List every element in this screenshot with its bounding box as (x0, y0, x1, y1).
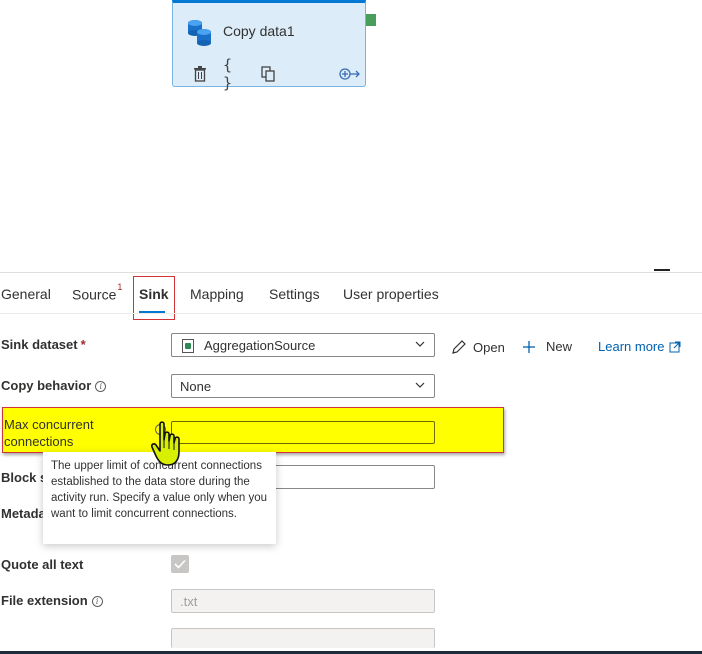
properties-tabs: General Source1 Sink Mapping Settings Us… (0, 276, 702, 320)
max-concurrent-connections-input[interactable] (171, 421, 435, 444)
max-concurrent-connections-label: Max concurrent connections (4, 417, 94, 449)
pencil-icon (452, 340, 466, 354)
copy-data-icon (188, 20, 211, 46)
chevron-down-icon (415, 341, 425, 347)
copy-behavior-value: None (180, 379, 212, 394)
tab-mapping[interactable]: Mapping (190, 286, 244, 302)
quote-all-text-label: Quote all text (1, 557, 84, 572)
chevron-down-icon (415, 382, 425, 388)
file-extension-input[interactable]: .txt (171, 589, 435, 613)
file-extension-value: .txt (180, 594, 198, 609)
delete-icon[interactable] (189, 63, 211, 85)
learn-more-link[interactable]: Learn more (598, 339, 681, 354)
tab-sink[interactable]: Sink (139, 286, 169, 302)
sink-dataset-select[interactable]: AggregationSource (171, 333, 435, 357)
open-dataset-link[interactable]: Open (451, 339, 505, 355)
new-dataset-link[interactable]: New (522, 339, 572, 354)
plus-icon (523, 340, 535, 353)
panel-divider (0, 272, 702, 273)
code-braces-icon[interactable]: { } (223, 56, 245, 92)
checkmark-icon (174, 559, 186, 569)
external-link-icon (669, 341, 681, 352)
tab-general[interactable]: General (1, 286, 51, 302)
add-output-arrow-icon[interactable] (337, 63, 363, 85)
tab-source[interactable]: Source1 (72, 282, 122, 303)
sink-dataset-label: Sink dataset * (1, 337, 86, 352)
activity-name: Copy data1 (223, 23, 295, 39)
sink-dataset-value: AggregationSource (204, 338, 316, 353)
copy-behavior-label: Copy behavior i (1, 378, 107, 393)
info-icon[interactable]: i (95, 381, 107, 392)
tab-settings[interactable]: Settings (269, 286, 320, 302)
dataset-icon (182, 339, 194, 353)
metadata-label: Metada (1, 506, 46, 521)
activity-actions: { } (187, 56, 360, 92)
hand-pointer-cursor-icon (151, 421, 180, 466)
next-field-input[interactable] (171, 628, 435, 648)
quote-all-text-checkbox[interactable] (171, 555, 189, 573)
tabs-divider (0, 313, 702, 314)
error-badge: 1 (117, 282, 123, 292)
info-icon[interactable]: i (91, 596, 103, 607)
copy-icon[interactable] (257, 63, 279, 85)
success-connector-handle[interactable] (366, 14, 376, 26)
panel-resize-handle[interactable] (654, 269, 670, 271)
tab-user-properties[interactable]: User properties (343, 286, 439, 302)
file-extension-label: File extension i (1, 593, 103, 608)
copy-behavior-select[interactable]: None (171, 374, 435, 398)
copy-data-activity-card[interactable]: Copy data1 { } (172, 0, 366, 92)
